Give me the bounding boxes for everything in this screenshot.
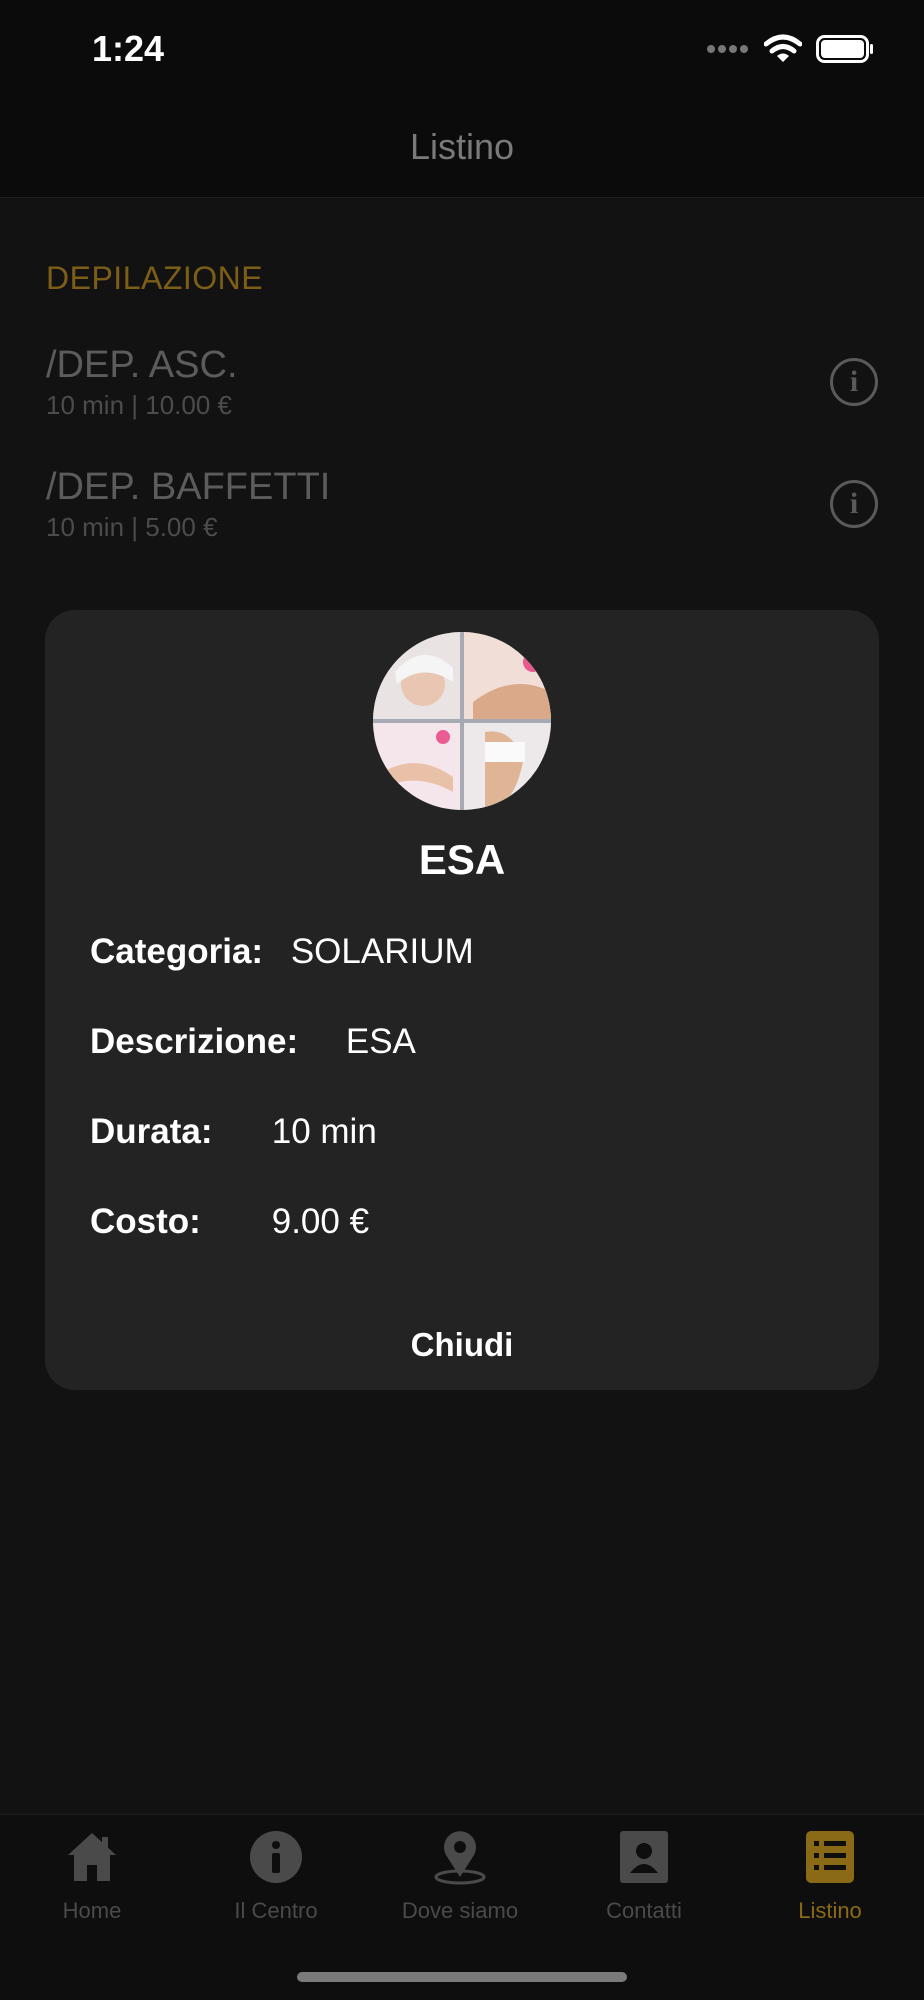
navigation-bar: Listino xyxy=(0,100,924,198)
info-icon[interactable]: i xyxy=(830,480,878,528)
cost-value: 9.00 € xyxy=(271,1202,370,1241)
tab-label: Listino xyxy=(798,1898,862,1923)
description-row: Descrizione: ESA xyxy=(90,1022,416,1062)
list-item[interactable]: /DEP. ASC. 10 min | 10.00 € i xyxy=(0,344,924,454)
battery-icon xyxy=(816,35,873,63)
detail-modal: ESA Categoria: SOLARIUM Descrizione: ESA… xyxy=(45,610,879,1390)
item-subtitle: 10 min | 10.00 € xyxy=(46,390,232,420)
tab-dove-siamo[interactable]: Dove siamo xyxy=(368,1829,552,1939)
category-value: SOLARIUM xyxy=(290,932,474,971)
item-title: /DEP. ASC. xyxy=(46,344,238,386)
cost-label: Costo: xyxy=(90,1202,201,1241)
duration-label: Durata: xyxy=(90,1112,213,1151)
tab-label: Dove siamo xyxy=(401,1898,519,1923)
modal-title: ESA xyxy=(418,836,506,883)
map-pin-icon xyxy=(434,1831,486,1885)
info-icon xyxy=(250,1831,302,1883)
tab-listino[interactable]: Listino xyxy=(738,1829,922,1939)
service-image xyxy=(373,632,551,810)
tab-label: Contatti xyxy=(606,1898,682,1923)
signal-icon xyxy=(707,45,748,53)
duration-value: 10 min xyxy=(271,1112,377,1151)
tab-label: Il Centro xyxy=(234,1898,318,1923)
duration-row: Durata: 10 min xyxy=(90,1112,377,1152)
cost-row: Costo: 9.00 € xyxy=(90,1202,369,1242)
home-icon xyxy=(68,1833,116,1881)
description-label: Descrizione: xyxy=(90,1022,299,1061)
list-item[interactable]: /DEP. BAFFETTI 10 min | 5.00 € i xyxy=(0,466,924,576)
contact-icon xyxy=(620,1831,668,1883)
tab-home[interactable]: Home xyxy=(0,1829,184,1939)
tab-label: Home xyxy=(62,1898,122,1923)
tab-il-centro[interactable]: Il Centro xyxy=(184,1829,368,1939)
status-icons xyxy=(706,34,874,64)
info-icon[interactable]: i xyxy=(830,358,878,406)
item-subtitle: 10 min | 5.00 € xyxy=(46,512,218,542)
description-value: ESA xyxy=(345,1022,416,1061)
wifi-icon xyxy=(764,34,802,62)
category-label: Categoria: xyxy=(90,932,264,971)
page-title: Listino xyxy=(409,126,515,167)
section-title: DEPILAZIONE xyxy=(46,260,264,296)
home-indicator xyxy=(297,1972,627,1982)
status-bar: 1:24 xyxy=(0,0,924,100)
tab-contatti[interactable]: Contatti xyxy=(552,1829,736,1939)
close-button[interactable]: Chiudi xyxy=(45,1326,879,1364)
list-icon xyxy=(806,1831,854,1883)
category-row: Categoria: SOLARIUM xyxy=(90,932,474,972)
status-time: 1:24 xyxy=(92,28,165,69)
item-title: /DEP. BAFFETTI xyxy=(46,466,331,508)
